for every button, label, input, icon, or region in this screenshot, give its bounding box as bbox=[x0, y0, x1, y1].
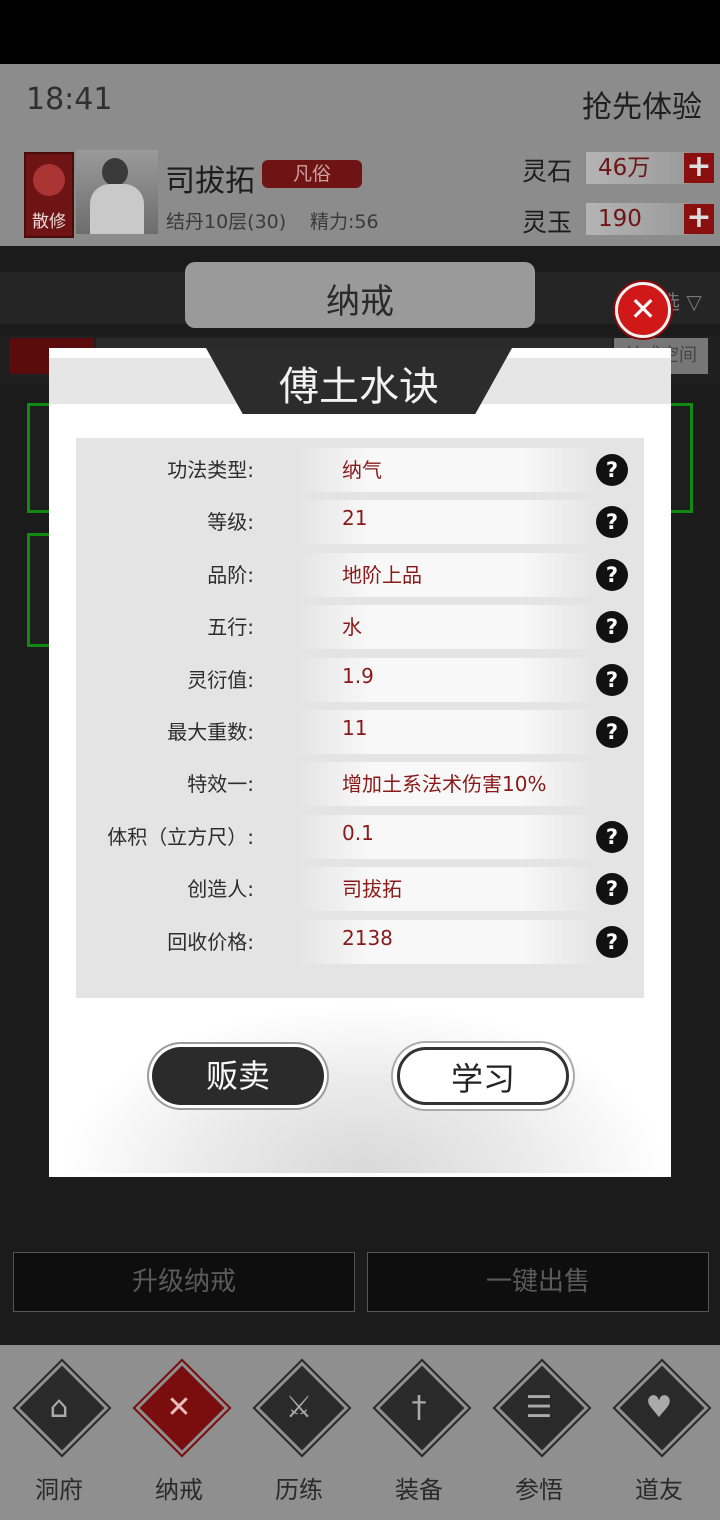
help-icon[interactable]: ? bbox=[596, 716, 628, 748]
help-icon[interactable]: ? bbox=[596, 559, 628, 591]
attribute-key: 体积（立方尺）: bbox=[107, 825, 254, 849]
attribute-row: 功法类型: 纳气 ? bbox=[76, 444, 644, 496]
nav-label: 装备 bbox=[395, 1476, 443, 1504]
nav-item-equipment[interactable]: † 装备 bbox=[364, 1360, 474, 1510]
cave-icon: ⌂ bbox=[49, 1390, 69, 1425]
help-icon[interactable]: ? bbox=[596, 454, 628, 486]
spirit-jade-label: 灵玉 bbox=[522, 208, 573, 237]
spirit-stone-value: 46万 bbox=[586, 152, 690, 184]
attribute-row: 最大重数: 11 ? bbox=[76, 706, 644, 758]
attribute-value: 司拔拓 bbox=[342, 877, 402, 901]
attribute-key: 五行: bbox=[207, 615, 254, 639]
attribute-row: 灵衍值: 1.9 ? bbox=[76, 654, 644, 706]
attribute-row: 特效一: 增加土系法术伤害10% bbox=[76, 758, 644, 810]
help-icon[interactable]: ? bbox=[596, 506, 628, 538]
top-band bbox=[0, 0, 720, 64]
attribute-value: 增加土系法术伤害10% bbox=[342, 772, 547, 796]
attribute-row: 品阶: 地阶上品 ? bbox=[76, 549, 644, 601]
dialog-title: 傅土水诀 bbox=[279, 364, 439, 410]
early-access-label[interactable]: 抢先体验 bbox=[582, 82, 702, 126]
rank-badge: 凡俗 bbox=[262, 160, 362, 188]
realm-level: 结丹10层(30) bbox=[166, 211, 287, 233]
sell-all-button[interactable]: 一键出售 bbox=[367, 1252, 709, 1312]
attribute-key: 品阶: bbox=[207, 563, 254, 587]
attribute-row: 五行: 水 ? bbox=[76, 601, 644, 653]
attribute-key: 等级: bbox=[207, 510, 254, 534]
spirit-jade-value: 190 bbox=[586, 203, 690, 235]
book-icon: ☰ bbox=[525, 1390, 553, 1425]
attribute-key: 最大重数: bbox=[167, 720, 254, 744]
energy-value: 精力:56 bbox=[310, 211, 379, 233]
attribute-value: 2138 bbox=[342, 926, 393, 950]
attribute-row: 回收价格: 2138 ? bbox=[76, 916, 644, 968]
attribute-key: 功法类型: bbox=[167, 458, 254, 482]
nav-label: 纳戒 bbox=[155, 1476, 203, 1504]
attribute-key: 灵衍值: bbox=[187, 668, 254, 692]
player-name: 司拔拓 bbox=[165, 164, 255, 199]
clock: 18:41 bbox=[26, 82, 113, 117]
sell-button[interactable]: 贩卖 bbox=[152, 1047, 324, 1105]
help-icon[interactable]: ? bbox=[596, 821, 628, 853]
crossed-swords-icon: ⚔ bbox=[285, 1390, 313, 1425]
nav-label: 洞府 bbox=[35, 1476, 83, 1504]
attribute-key: 回收价格: bbox=[167, 930, 254, 954]
spirit-stone-label: 灵石 bbox=[522, 157, 573, 186]
close-button[interactable]: ✕ bbox=[615, 282, 671, 338]
attribute-value: 1.9 bbox=[342, 664, 374, 688]
attribute-key: 创造人: bbox=[187, 877, 254, 901]
filter-icon: ▽ bbox=[686, 290, 702, 314]
avatar[interactable] bbox=[76, 150, 158, 234]
sect-label: 散修 bbox=[32, 212, 66, 232]
ring-icon: ✕ bbox=[166, 1390, 192, 1425]
nav-item-cave[interactable]: ⌂ 洞府 bbox=[4, 1360, 114, 1510]
help-icon[interactable]: ? bbox=[596, 611, 628, 643]
handshake-icon: ♥ bbox=[645, 1390, 673, 1425]
sect-badge[interactable]: 散修 bbox=[24, 152, 74, 238]
lotus-icon bbox=[33, 164, 65, 196]
add-spirit-jade-button[interactable]: + bbox=[684, 203, 714, 234]
add-spirit-stone-button[interactable]: + bbox=[684, 152, 714, 183]
nav-label: 道友 bbox=[635, 1476, 683, 1504]
mountain-mist-decoration bbox=[59, 1003, 669, 1173]
attribute-key: 特效一: bbox=[187, 772, 254, 796]
nav-item-enlighten[interactable]: ☰ 参悟 bbox=[484, 1360, 594, 1510]
nav-label: 参悟 bbox=[515, 1476, 563, 1504]
nav-item-ring[interactable]: ✕ 纳戒 bbox=[124, 1360, 234, 1510]
sword-icon: † bbox=[411, 1390, 427, 1425]
help-icon[interactable]: ? bbox=[596, 664, 628, 696]
attribute-row: 体积（立方尺）: 0.1 ? bbox=[76, 811, 644, 863]
attribute-row: 创造人: 司拔拓 ? bbox=[76, 863, 644, 915]
page-title: 纳戒 bbox=[326, 282, 394, 322]
attribute-value: 21 bbox=[342, 506, 368, 530]
learn-button[interactable]: 学习 bbox=[397, 1047, 569, 1105]
help-icon[interactable]: ? bbox=[596, 873, 628, 905]
attribute-value: 水 bbox=[342, 615, 362, 639]
attribute-row: 等级: 21 ? bbox=[76, 496, 644, 548]
nav-item-training[interactable]: ⚔ 历练 bbox=[244, 1360, 354, 1510]
upgrade-ring-button[interactable]: 升级纳戒 bbox=[13, 1252, 355, 1312]
attribute-value: 0.1 bbox=[342, 821, 374, 845]
nav-item-friends[interactable]: ♥ 道友 bbox=[604, 1360, 714, 1510]
nav-label: 历练 bbox=[275, 1476, 323, 1504]
attribute-value: 11 bbox=[342, 716, 368, 740]
attribute-value: 地阶上品 bbox=[342, 563, 422, 587]
help-icon[interactable]: ? bbox=[596, 926, 628, 958]
attribute-value: 纳气 bbox=[342, 458, 382, 482]
